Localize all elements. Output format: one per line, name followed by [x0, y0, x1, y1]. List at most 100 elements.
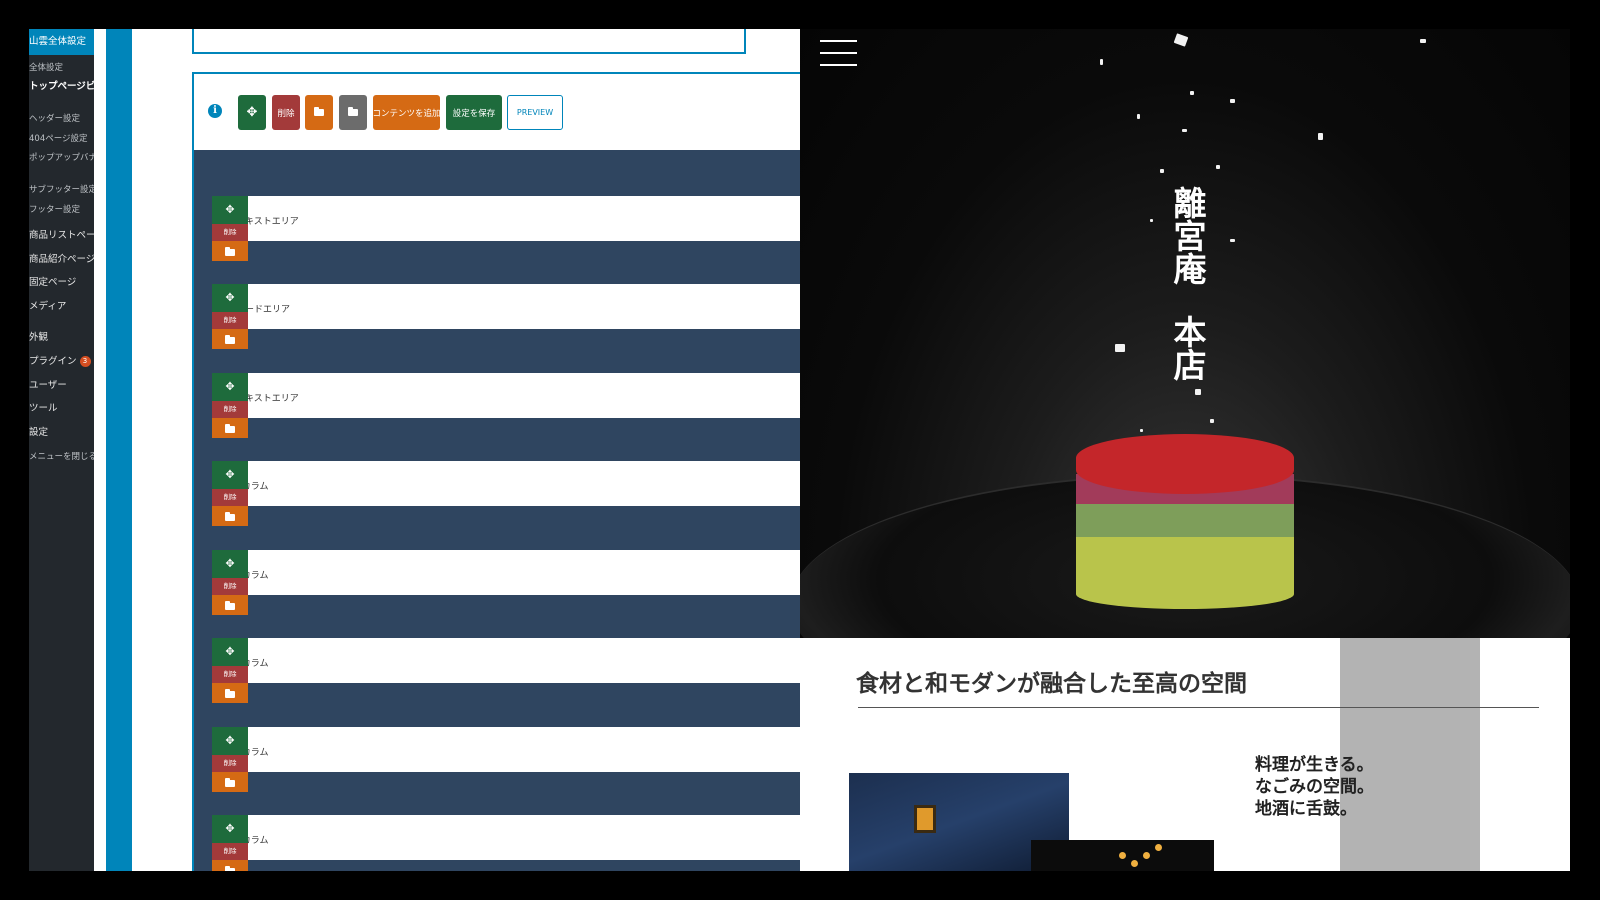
open-folder-button[interactable]	[305, 95, 333, 130]
block-delete-button[interactable]: 削除	[212, 312, 248, 329]
block-delete-button[interactable]: 削除	[212, 489, 248, 506]
folder-open-icon	[225, 778, 235, 787]
block-move-handle[interactable]: ✥	[212, 550, 248, 578]
accent-bar	[106, 29, 132, 871]
block-list: テキストエリア ✥ 削除 コードエリア ✥ 削除 テキストエリア ✥ 削除 3カ…	[194, 150, 800, 871]
sidebar-item-product-intro[interactable]: 商品紹介ページ	[29, 253, 94, 267]
block-move-handle[interactable]: ✥	[212, 727, 248, 755]
block-body[interactable]	[230, 461, 800, 506]
content-gutter	[94, 29, 106, 871]
hero-image: 離 宮 庵 本 店	[800, 29, 1570, 638]
folder-open-icon	[225, 601, 235, 610]
block-move-handle[interactable]: ✥	[212, 638, 248, 666]
move-icon: ✥	[225, 822, 235, 835]
block-delete-button[interactable]: 削除	[212, 755, 248, 772]
sidebar-item-tools[interactable]: ツール	[29, 402, 58, 416]
section-heading: 食材と和モダンが融合した至高の空間	[856, 670, 1247, 697]
heading-rule	[858, 707, 1539, 708]
block-folder-button[interactable]	[212, 329, 248, 349]
folder-open-icon	[225, 247, 235, 256]
sidebar-item-appearance[interactable]: 外観	[29, 331, 48, 345]
sidebar-item-product-list[interactable]: 商品リストページ	[29, 229, 94, 243]
sidebar-item-media[interactable]: メディア	[29, 300, 66, 314]
block-body[interactable]	[230, 550, 800, 595]
previous-panel	[192, 29, 746, 54]
sidebar-item-footer-settings[interactable]: フッター設定	[29, 203, 80, 217]
folder-open-icon	[225, 689, 235, 698]
sidebar-item-header-settings[interactable]: ヘッダー設定	[29, 112, 80, 126]
block-body[interactable]	[230, 196, 800, 241]
store-name-char: 庵	[1173, 250, 1207, 289]
block-body[interactable]	[230, 373, 800, 418]
block-body[interactable]	[230, 815, 800, 860]
dish-image	[1076, 434, 1294, 609]
block-folder-button[interactable]	[212, 418, 248, 438]
move-icon: ✥	[225, 557, 235, 570]
folder-open-icon	[225, 335, 235, 344]
sidebar-item-users[interactable]: ユーザー	[29, 379, 67, 393]
block-folder-button[interactable]	[212, 506, 248, 526]
block-folder-button[interactable]	[212, 595, 248, 615]
block-folder-button[interactable]	[212, 683, 248, 703]
content-block: 3カラム ✥ 削除	[194, 727, 800, 817]
store-name-char: 離	[1173, 184, 1207, 223]
store-name-vertical: 離 宮 庵 本 店	[1170, 187, 1210, 382]
store-name-char: 宮	[1173, 217, 1207, 256]
store-name-char: 店	[1173, 346, 1207, 385]
block-body[interactable]	[230, 727, 800, 772]
folder-button[interactable]	[339, 95, 367, 130]
block-delete-button[interactable]: 削除	[212, 666, 248, 683]
content-block: コードエリア ✥ 削除	[194, 284, 800, 374]
add-content-button[interactable]: コンテンツを追加	[373, 95, 441, 130]
content-block: 3カラム ✥ 削除	[194, 638, 800, 728]
block-delete-button[interactable]: 削除	[212, 578, 248, 595]
block-folder-button[interactable]	[212, 241, 248, 261]
move-icon: ✥	[246, 105, 258, 120]
sidebar-item-subfooter-settings[interactable]: サブフッター設定	[29, 183, 94, 197]
block-move-handle[interactable]: ✥	[212, 815, 248, 843]
block-body[interactable]	[230, 638, 800, 683]
move-button[interactable]: ✥	[238, 95, 266, 130]
delete-button[interactable]: 削除	[272, 95, 300, 130]
sidebar-item-pages[interactable]: 固定ページ	[29, 276, 76, 290]
info-icon[interactable]: i	[208, 104, 222, 118]
block-move-handle[interactable]: ✥	[212, 373, 248, 401]
content-block: テキストエリア ✥ 削除	[194, 196, 800, 286]
site-preview: 離 宮 庵 本 店 食材と和モダンが融合した至高の空間 料理が生きる。 なごみの…	[800, 29, 1570, 871]
page-builder-panel: i ✥ 削除 コンテンツを追加 設定を保存 PREVIEW テキストエリア ✥ …	[192, 72, 800, 871]
sidebar-item-plugins[interactable]: プラグイン 3	[29, 355, 91, 369]
sidebar-item-collapse-menu[interactable]: メニューを閉じる	[29, 450, 94, 464]
save-settings-button[interactable]: 設定を保存	[446, 95, 502, 130]
block-folder-button[interactable]	[212, 860, 248, 871]
block-delete-button[interactable]: 削除	[212, 224, 248, 241]
content-block: 3カラム ✥ 削除	[194, 461, 800, 551]
store-name-char: 本	[1173, 313, 1207, 352]
folder-open-icon	[225, 424, 235, 433]
block-move-handle[interactable]: ✥	[212, 196, 248, 224]
move-icon: ✥	[225, 468, 235, 481]
move-icon: ✥	[225, 291, 235, 304]
block-folder-button[interactable]	[212, 772, 248, 792]
preview-button[interactable]: PREVIEW	[507, 95, 563, 130]
block-move-handle[interactable]: ✥	[212, 284, 248, 312]
lantern-image	[914, 805, 936, 833]
sidebar-item-settings[interactable]: 設定	[29, 426, 48, 440]
sidebar-item-popup-banner[interactable]: ポップアップバナー設	[29, 151, 94, 165]
sidebar-item-site-settings[interactable]: 山雲全体設定	[29, 29, 94, 55]
block-body[interactable]	[230, 284, 800, 329]
content-block: 3カラム ✥ 削除	[194, 815, 800, 871]
block-delete-button[interactable]: 削除	[212, 401, 248, 418]
move-icon: ✥	[225, 203, 235, 216]
block-delete-button[interactable]: 削除	[212, 843, 248, 860]
admin-sidebar: 山雲全体設定 全体設定 トップページビル ヘッダー設定 404ページ設定 ポップ…	[29, 29, 94, 871]
cms-admin-screen: 山雲全体設定 全体設定 トップページビル ヘッダー設定 404ページ設定 ポップ…	[29, 29, 800, 871]
sidebar-item-top-page-builder[interactable]: トップページビル	[29, 80, 94, 94]
copy-line: 地酒に舌鼓。	[1255, 799, 1357, 819]
folder-open-icon	[225, 512, 235, 521]
hamburger-menu-button[interactable]	[820, 40, 857, 67]
sidebar-item-general-settings[interactable]: 全体設定	[29, 61, 63, 75]
interior-lights-photo	[1031, 840, 1214, 871]
intro-section: 食材と和モダンが融合した至高の空間 料理が生きる。 なごみの空間。 地酒に舌鼓。	[800, 638, 1570, 871]
block-move-handle[interactable]: ✥	[212, 461, 248, 489]
sidebar-item-404-settings[interactable]: 404ページ設定	[29, 132, 88, 146]
